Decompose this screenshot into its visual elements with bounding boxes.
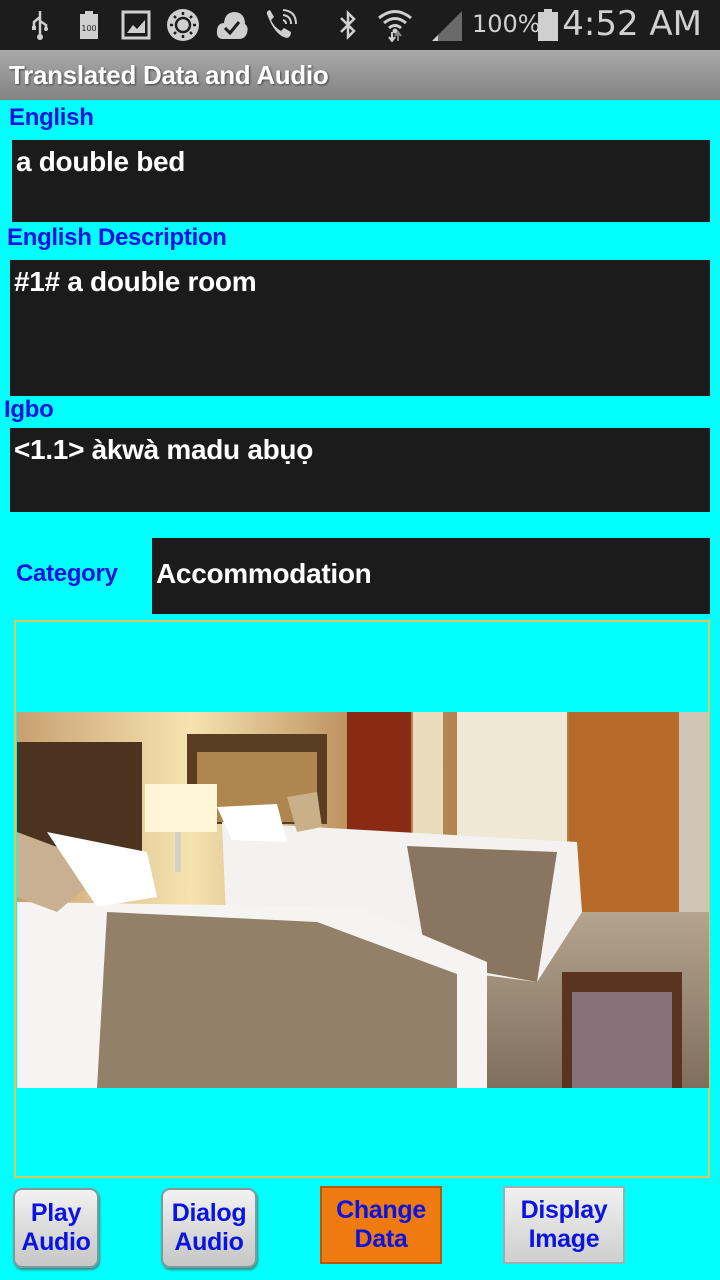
- battery-100-icon: 100: [78, 8, 100, 42]
- cloud-check-icon: [214, 8, 250, 42]
- english-description-field[interactable]: #1# a double room: [10, 260, 710, 396]
- igbo-label: Igbo: [4, 396, 54, 423]
- english-field[interactable]: a double bed: [12, 140, 710, 222]
- room-image: [17, 712, 709, 1088]
- image-frame: [14, 620, 710, 1178]
- battery-icon: [536, 8, 560, 42]
- brightness-icon: [166, 8, 200, 42]
- status-bar: 100 100% 4:52 AM: [0, 0, 720, 50]
- gallery-icon: [120, 8, 152, 42]
- wifi-calling-icon: [262, 8, 298, 42]
- battery-percent: 100%: [472, 10, 541, 38]
- change-data-button[interactable]: Change Data: [320, 1186, 442, 1264]
- dialog-audio-button[interactable]: Dialog Audio: [161, 1188, 257, 1268]
- signal-icon: [430, 8, 464, 42]
- clock: 4:52 AM: [562, 4, 702, 44]
- bluetooth-icon: [336, 8, 360, 42]
- english-label: English: [9, 104, 94, 131]
- usb-icon: [28, 8, 52, 42]
- igbo-field[interactable]: <1.1> àkwà madu abụọ: [10, 428, 710, 512]
- english-description-label: English Description: [7, 224, 227, 251]
- category-label: Category: [16, 560, 118, 587]
- display-image-button[interactable]: Display Image: [503, 1186, 625, 1264]
- svg-text:100: 100: [81, 24, 96, 33]
- play-audio-button[interactable]: Play Audio: [13, 1188, 99, 1268]
- room-photo-illustration: [17, 712, 709, 1088]
- page-title: Translated Data and Audio: [9, 60, 329, 90]
- wifi-icon: [376, 8, 414, 42]
- category-field[interactable]: Accommodation: [152, 538, 710, 614]
- title-bar: Translated Data and Audio: [0, 50, 720, 100]
